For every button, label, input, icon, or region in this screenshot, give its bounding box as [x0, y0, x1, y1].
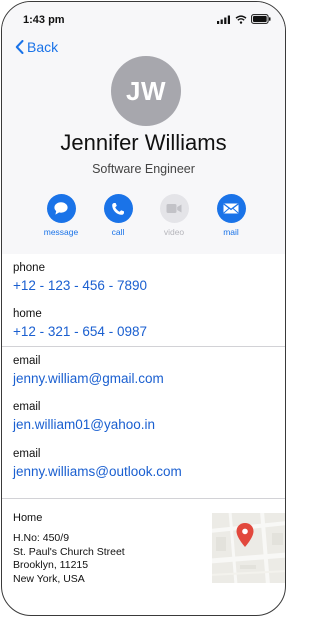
address-line: Brooklyn, 11215	[13, 559, 89, 571]
mail-icon	[223, 203, 239, 214]
address-line: New York, USA	[13, 572, 85, 585]
email-field: email jen.william01@yahoo.in	[13, 401, 155, 432]
status-time: 1:43 pm	[23, 14, 65, 26]
avatar: JW	[111, 56, 181, 126]
message-icon	[54, 202, 68, 215]
signal-icon	[217, 15, 230, 24]
message-button[interactable]: message	[36, 194, 86, 237]
email-label: email	[13, 355, 41, 367]
email-field: email jenny.william@gmail.com	[13, 355, 164, 386]
message-label: message	[43, 227, 79, 237]
home-phone-label: home	[13, 308, 42, 320]
address-line: St. Paul's Church Street	[13, 545, 125, 558]
email-link[interactable]: jen.william01@yahoo.in	[13, 417, 155, 432]
phone-icon	[112, 202, 124, 215]
email-link[interactable]: jenny.william@gmail.com	[13, 371, 164, 386]
contact-title: Software Engineer	[92, 162, 195, 176]
call-button[interactable]: call	[93, 194, 143, 237]
email-label: email	[13, 401, 41, 413]
email-link[interactable]: jenny.williams@outlook.com	[13, 464, 182, 479]
phone-frame: 1:43 pm Back JW Jennifer Williams Softwa…	[1, 1, 286, 616]
address-label: Home	[13, 512, 43, 524]
phone-label: phone	[13, 262, 45, 274]
map-thumbnail[interactable]	[212, 513, 285, 583]
divider	[2, 346, 285, 347]
battery-icon	[251, 14, 271, 24]
video-button[interactable]: video	[149, 194, 199, 237]
status-icons	[217, 14, 271, 24]
action-bar: message call video mail	[2, 194, 285, 242]
mail-button[interactable]: mail	[206, 194, 256, 237]
back-label: Back	[27, 39, 59, 55]
phone-field: phone +12 - 123 - 456 - 7890	[13, 262, 147, 293]
home-phone-link[interactable]: +12 - 321 - 654 - 0987	[13, 324, 147, 339]
email-label: email	[13, 448, 41, 460]
chevron-left-icon	[15, 40, 24, 54]
address-line: H.No: 450/9	[13, 532, 70, 544]
wifi-icon	[235, 14, 247, 24]
status-bar: 1:43 pm	[2, 2, 285, 38]
map-pin-icon	[236, 523, 254, 547]
mail-label: mail	[223, 227, 239, 237]
email-field: email jenny.williams@outlook.com	[13, 448, 182, 479]
video-icon	[166, 204, 182, 213]
avatar-initials: JW	[126, 75, 166, 106]
back-button[interactable]: Back	[15, 39, 58, 55]
contact-header: 1:43 pm Back JW Jennifer Williams Softwa…	[2, 2, 285, 254]
phone-number-link[interactable]: +12 - 123 - 456 - 7890	[13, 278, 147, 293]
video-label: video	[163, 227, 185, 237]
divider	[2, 498, 285, 499]
call-label: call	[111, 227, 125, 237]
address-block[interactable]: H.No: 450/9 St. Paul's Church Street Bro…	[13, 532, 125, 586]
home-phone-field: home +12 - 321 - 654 - 0987	[13, 308, 147, 339]
contact-name: Jennifer Williams	[60, 130, 227, 155]
